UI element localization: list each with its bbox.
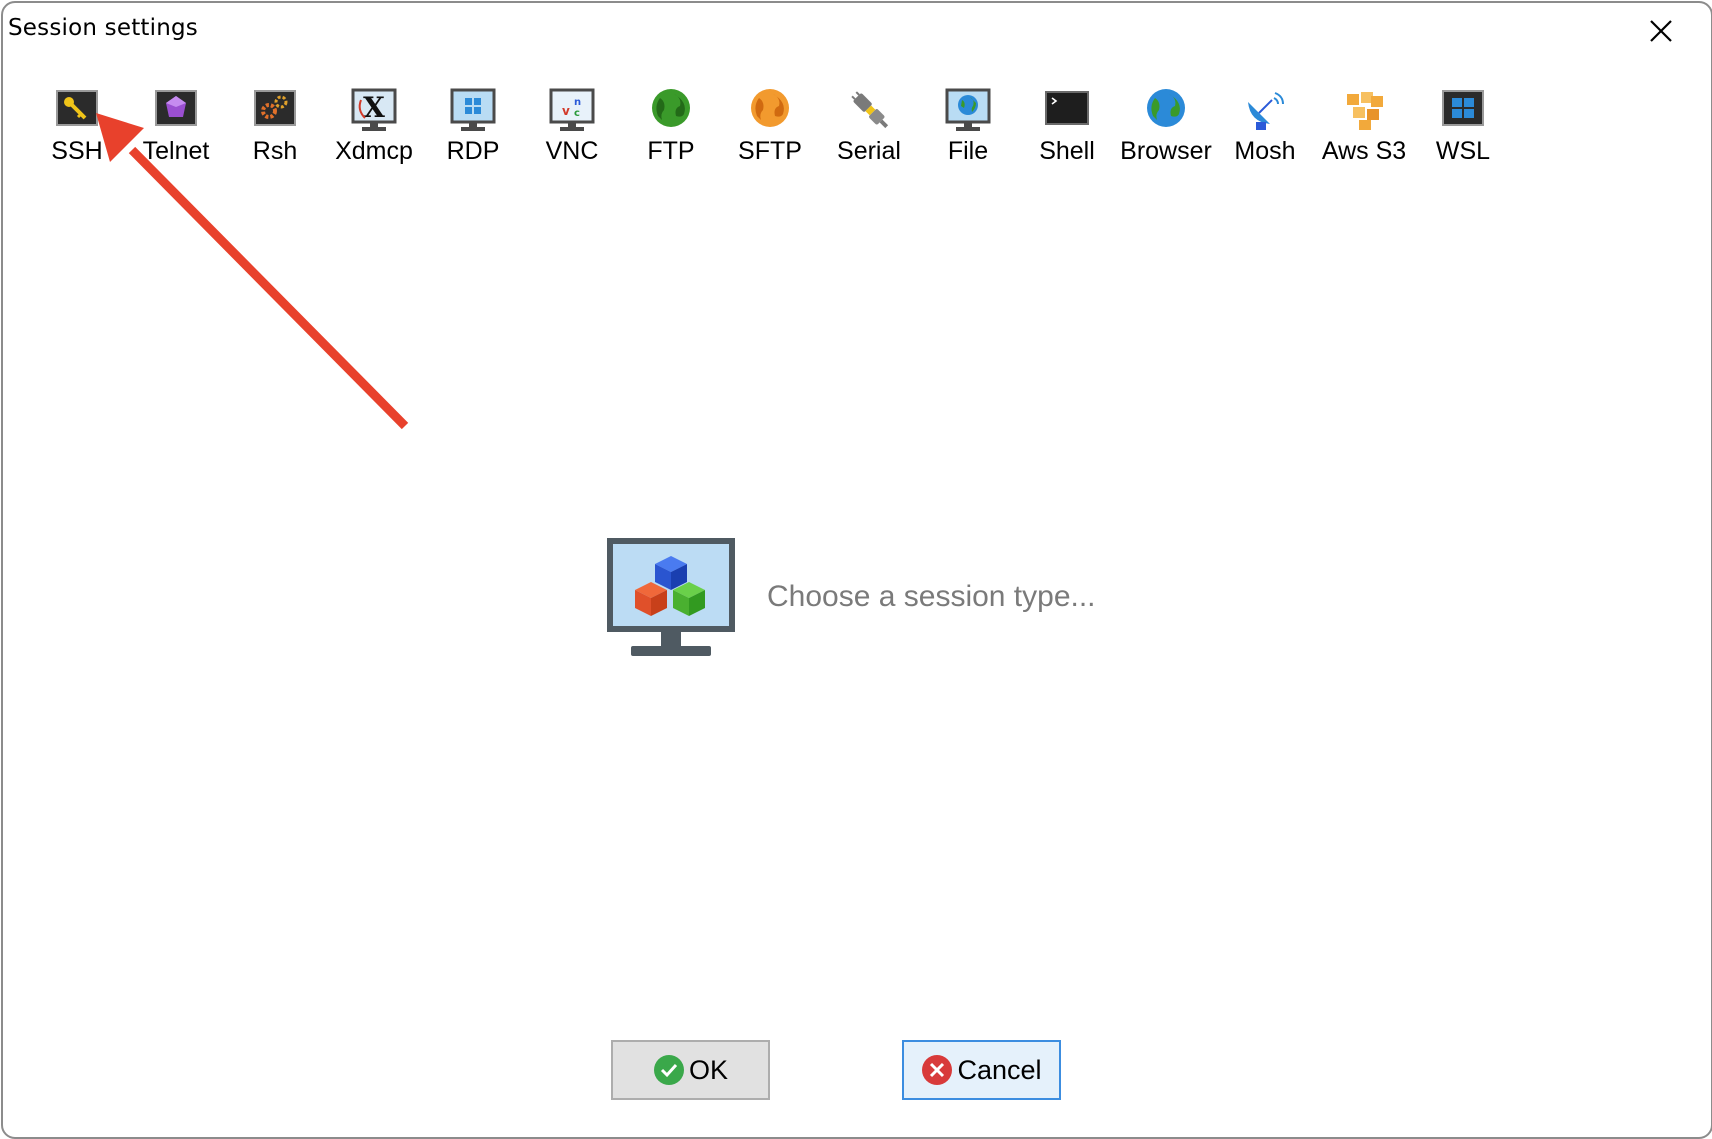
session-type-aws-s3[interactable]: Aws S3 xyxy=(1314,83,1414,183)
session-type-rdp[interactable]: RDP xyxy=(423,83,523,183)
cancel-label: Cancel xyxy=(957,1054,1042,1085)
session-type-serial[interactable]: Serial xyxy=(819,83,919,183)
session-type-label: WSL xyxy=(1435,137,1491,165)
plug-icon xyxy=(846,88,892,134)
cancel-button[interactable]: Cancel xyxy=(902,1040,1061,1100)
session-type-browser[interactable]: Browser xyxy=(1116,83,1216,183)
choose-session-prompt: Choose a session type... xyxy=(767,580,1096,613)
session-type-vnc[interactable]: v n c VNC xyxy=(522,83,622,183)
session-type-xdmcp[interactable]: X Xdmcp xyxy=(324,83,424,183)
session-type-rsh[interactable]: Rsh xyxy=(225,83,325,183)
session-monitor-icon xyxy=(605,536,737,662)
gears-icon xyxy=(252,88,298,134)
cubes-icon xyxy=(1341,88,1387,134)
svg-text:n: n xyxy=(574,97,581,108)
session-type-telnet[interactable]: Telnet xyxy=(126,83,226,183)
ok-label: OK xyxy=(688,1054,728,1085)
session-type-ssh[interactable]: SSH xyxy=(27,83,127,183)
session-type-ftp[interactable]: FTP xyxy=(621,83,721,183)
session-type-sftp[interactable]: SFTP xyxy=(720,83,820,183)
svg-text:X: X xyxy=(363,91,385,124)
empty-state: Choose a session type... xyxy=(605,536,1205,666)
key-icon xyxy=(54,88,100,134)
svg-text:v: v xyxy=(562,104,570,118)
windows-logo-icon xyxy=(1440,88,1486,134)
x-monitor-icon: X xyxy=(351,88,397,134)
session-type-wsl[interactable]: WSL xyxy=(1413,83,1513,183)
orange-globe-icon xyxy=(747,88,793,134)
session-type-shell[interactable]: Shell xyxy=(1017,83,1117,183)
session-settings-dialog: Session settings SSH Telnet Rsh X Xdmcp … xyxy=(1,1,1712,1139)
check-icon xyxy=(653,1054,685,1086)
globe-monitor-icon xyxy=(945,88,991,134)
session-type-mosh[interactable]: Mosh xyxy=(1215,83,1315,183)
close-icon xyxy=(1650,20,1672,42)
close-button[interactable] xyxy=(1639,9,1683,53)
blue-globe-icon xyxy=(1143,88,1189,134)
windows-monitor-icon xyxy=(450,88,496,134)
crystal-icon xyxy=(153,88,199,134)
dialog-title: Session settings xyxy=(8,15,198,41)
vnc-monitor-icon: v n c xyxy=(549,88,595,134)
green-globe-icon xyxy=(648,88,694,134)
session-type-file[interactable]: File xyxy=(918,83,1018,183)
satellite-dish-icon xyxy=(1242,88,1288,134)
cancel-icon xyxy=(921,1054,953,1086)
ok-button[interactable]: OK xyxy=(611,1040,770,1100)
terminal-icon xyxy=(1044,88,1090,134)
svg-text:c: c xyxy=(574,108,580,119)
